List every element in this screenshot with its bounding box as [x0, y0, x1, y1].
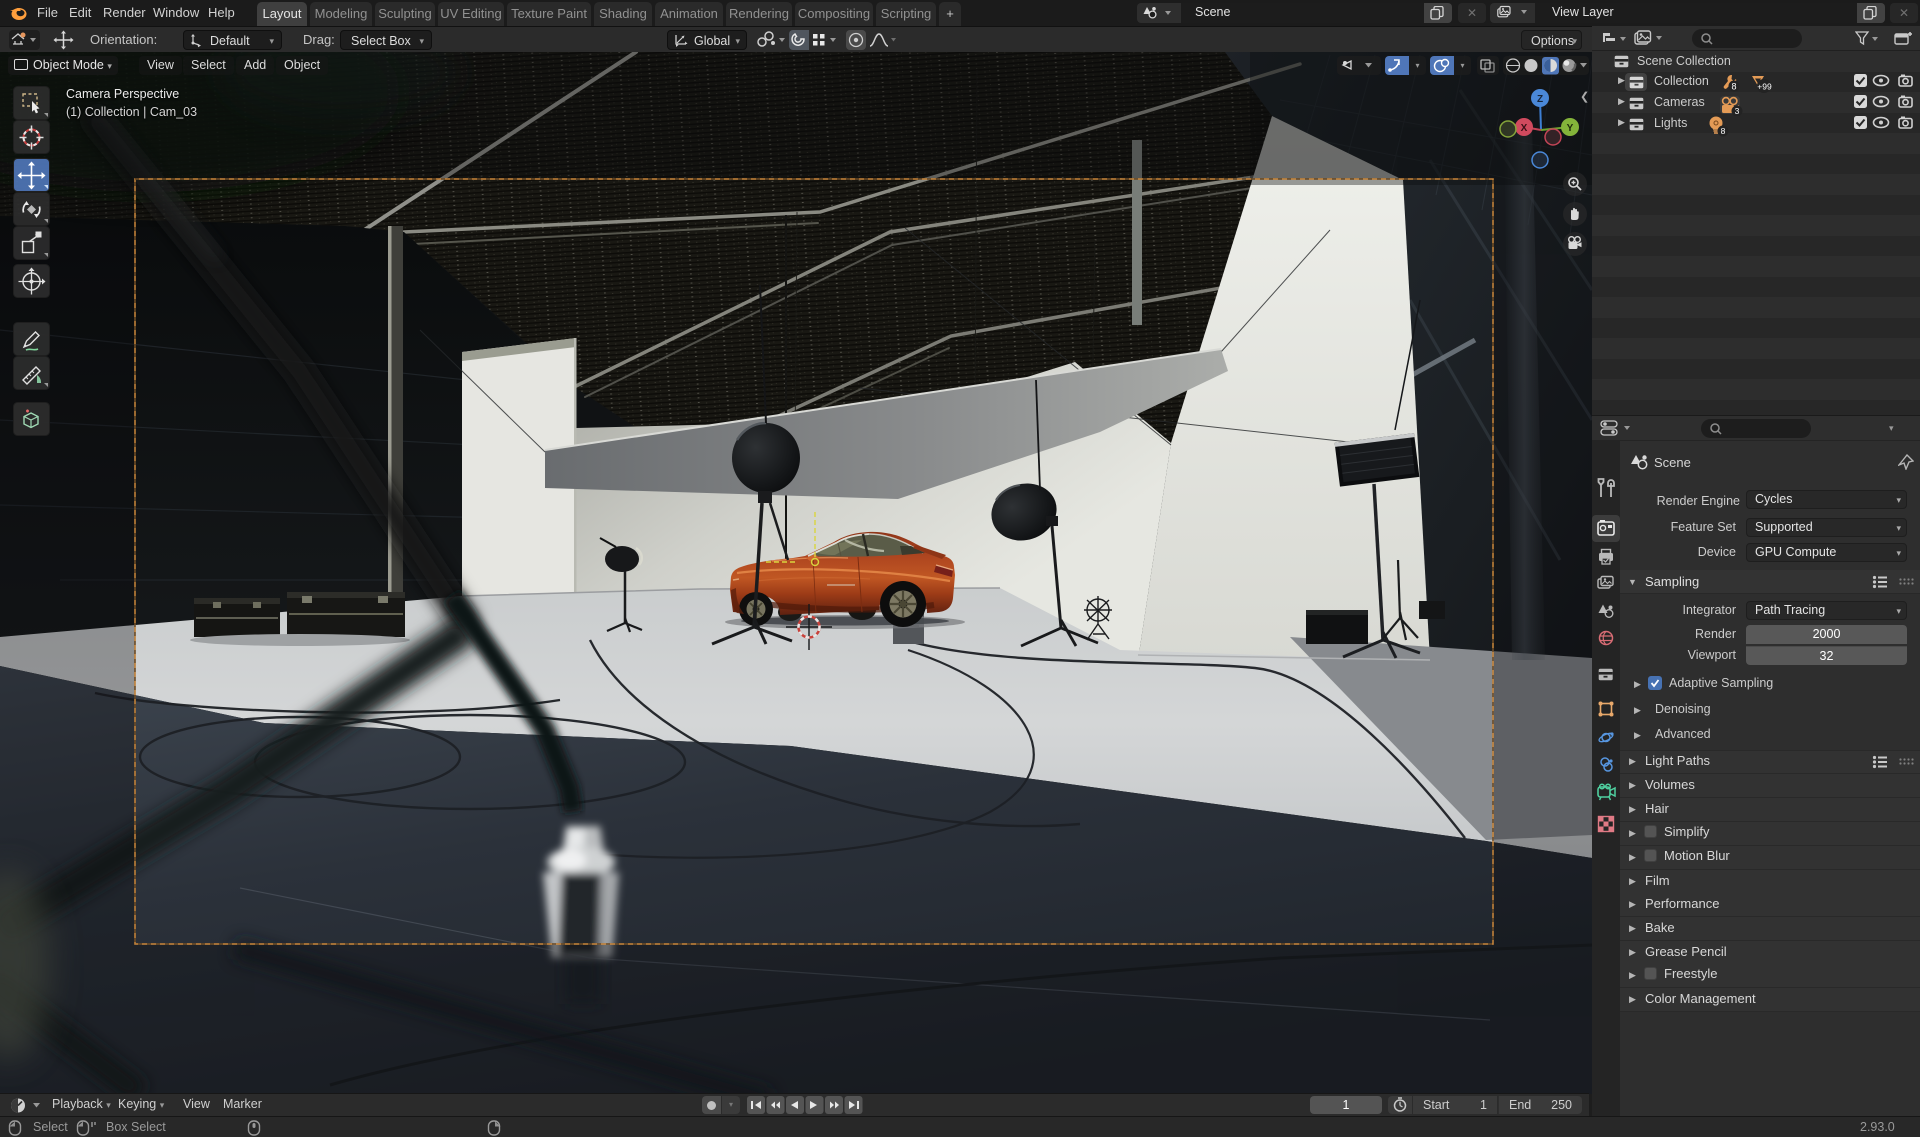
svg-text:Z: Z — [1537, 94, 1543, 105]
svg-text:Y: Y — [1567, 123, 1574, 134]
svg-text:8: 8 — [1721, 126, 1726, 136]
svg-text:+99: +99 — [1757, 82, 1772, 92]
svg-text:X: X — [1521, 123, 1528, 134]
svg-text:8: 8 — [1731, 82, 1736, 92]
